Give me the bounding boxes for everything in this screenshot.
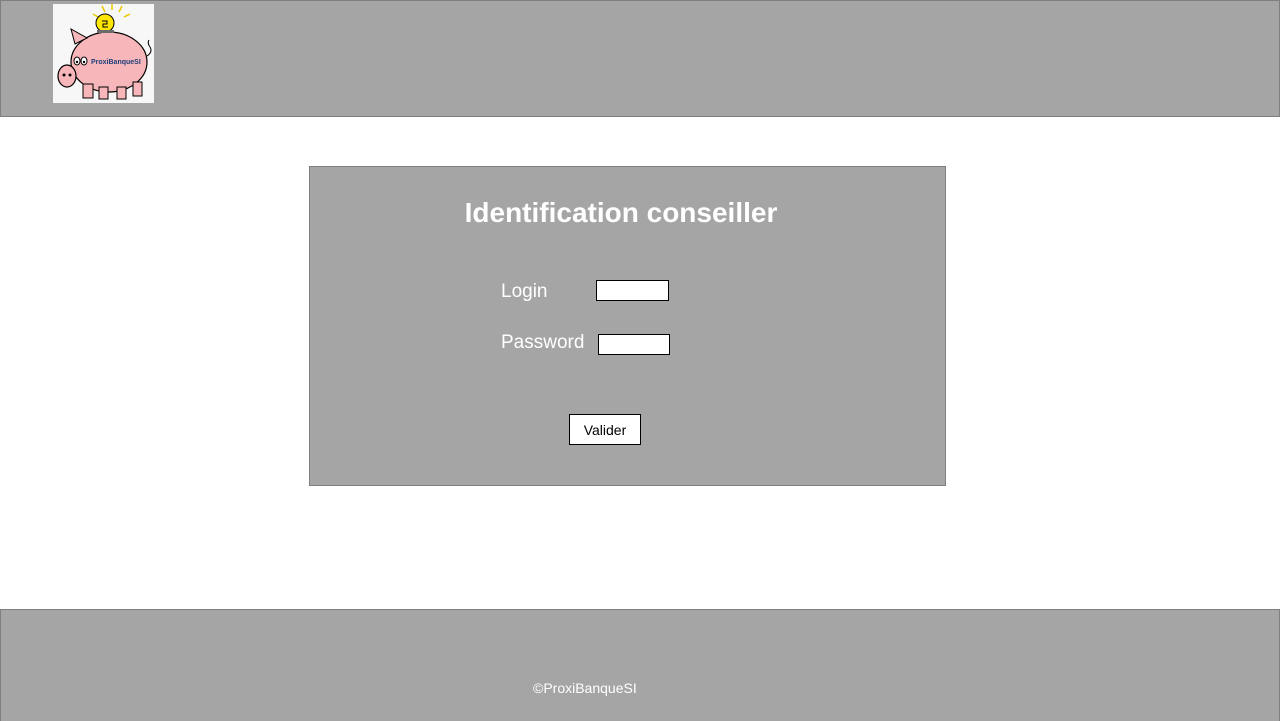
login-label: Login — [501, 281, 548, 302]
panel-title: Identification conseiller — [464, 197, 778, 228]
password-label: Password — [501, 332, 585, 353]
submit-button[interactable]: Valider — [569, 414, 641, 445]
footer-bar: ©ProxiBanqueSI — [0, 609, 1280, 721]
copyright-text: ©ProxiBanqueSI — [533, 680, 637, 696]
login-input[interactable] — [596, 280, 669, 301]
piggy-bank-icon: ProxiBanqueSI — [57, 4, 152, 100]
logo-text: ProxiBanqueSI — [91, 59, 141, 66]
header-bar: ProxiBanqueSI — [0, 0, 1280, 117]
login-panel: Identification conseiller Login Password… — [309, 166, 946, 486]
password-input[interactable] — [598, 334, 670, 355]
logo: ProxiBanqueSI — [53, 4, 154, 103]
